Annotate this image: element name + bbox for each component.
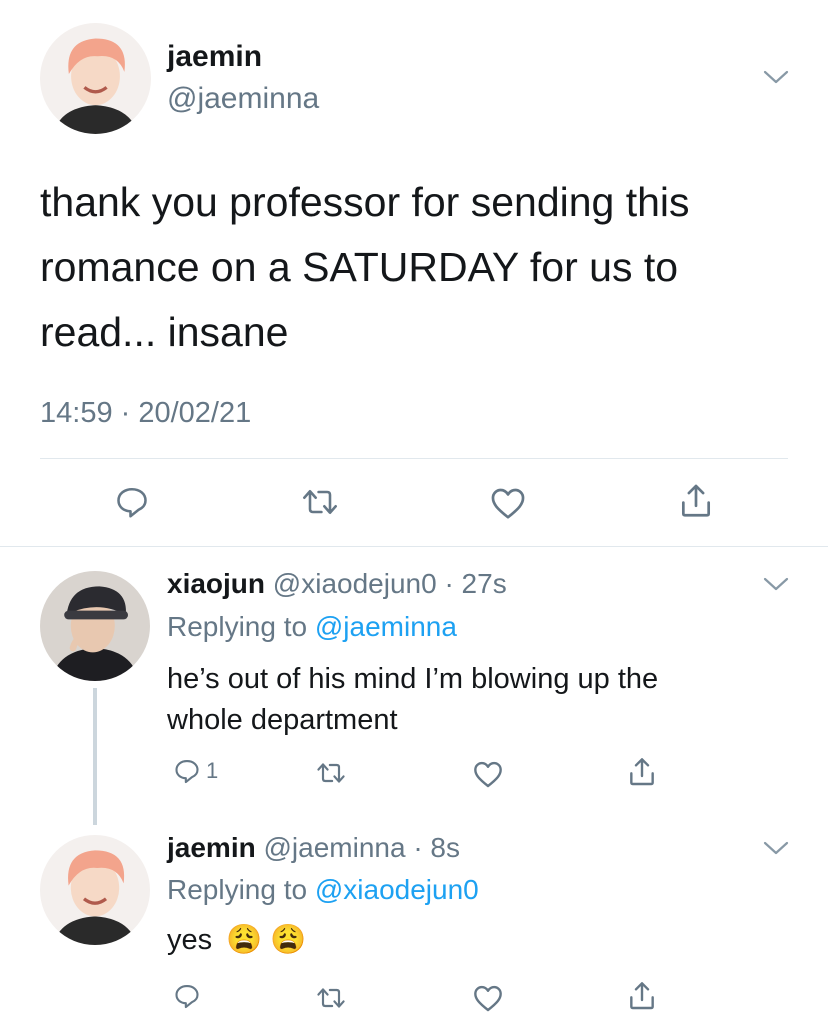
retweet-icon — [317, 988, 345, 1008]
reply-text: yes 😩 😩 — [167, 920, 306, 961]
reply-display-name[interactable]: xiaojun — [167, 568, 265, 599]
reply-reply-button[interactable]: 1 — [172, 757, 218, 785]
reply-avatar[interactable] — [40, 571, 150, 681]
thread-connector-line — [93, 688, 97, 825]
main-tweet-timestamp[interactable]: 14:59 · 20/02/21 — [40, 397, 251, 430]
section-divider — [0, 546, 828, 547]
replying-to-label: Replying to — [167, 611, 308, 642]
reply-share-button[interactable] — [626, 980, 658, 1012]
reply-meta[interactable]: @xiaodejun0 · 27s — [273, 568, 507, 599]
reply-like-button[interactable] — [472, 983, 504, 1013]
main-share-button[interactable] — [677, 482, 715, 520]
main-tweet-text-line: thank you professor for sending this — [40, 179, 690, 225]
main-like-button[interactable] — [489, 485, 527, 521]
replying-to-label: Replying to — [167, 874, 308, 905]
reply-header: jaemin @jaeminna · 8s — [167, 832, 460, 864]
replying-to-line: Replying to @jaeminna — [167, 611, 457, 643]
share-icon — [630, 758, 654, 786]
replying-to-mention[interactable]: @xiaodejun0 — [315, 874, 479, 905]
retweet-icon — [317, 763, 345, 783]
like-icon — [491, 488, 525, 519]
share-icon — [681, 484, 711, 517]
main-tweet-handle[interactable]: @jaeminna — [167, 82, 319, 116]
main-tweet-display-name[interactable]: jaemin — [167, 40, 262, 74]
reply-text: he’s out of his mind I’m blowing up the … — [167, 659, 658, 741]
reply-icon — [175, 985, 199, 1009]
reply-avatar[interactable] — [40, 835, 150, 945]
chevron-down-icon[interactable] — [763, 70, 789, 84]
reply-header: xiaojun @xiaodejun0 · 27s — [167, 568, 507, 600]
reply-text-line: he’s out of his mind I’m blowing up the — [167, 663, 659, 695]
reply-display-name[interactable]: jaemin — [167, 832, 256, 863]
reply-icon — [175, 760, 199, 784]
reply-like-button[interactable] — [472, 759, 504, 789]
replying-to-line: Replying to @xiaodejun0 — [167, 874, 479, 906]
reply-retweet-button[interactable] — [315, 985, 347, 1011]
main-tweet-text-line: read... insane — [40, 309, 289, 355]
chevron-down-icon[interactable] — [763, 841, 789, 855]
main-tweet-divider — [40, 458, 788, 459]
chevron-down-icon[interactable] — [763, 577, 789, 591]
main-tweet-text-line: romance on a SATURDAY for us to — [40, 244, 679, 290]
main-tweet-text: thank you professor for sending this rom… — [40, 170, 690, 365]
reply-text-line: whole department — [167, 704, 398, 736]
retweet-icon — [303, 490, 337, 514]
main-tweet-avatar[interactable] — [40, 23, 151, 134]
share-icon — [630, 982, 654, 1010]
main-reply-button[interactable] — [113, 484, 151, 520]
reply-meta[interactable]: @jaeminna · 8s — [263, 832, 460, 863]
reply-icon — [117, 487, 147, 518]
weary-face-emoji: 😩 😩 — [226, 924, 307, 956]
reply-count: 1 — [206, 758, 219, 783]
like-icon — [474, 985, 502, 1012]
reply-share-button[interactable] — [626, 756, 658, 788]
reply-retweet-button[interactable] — [315, 760, 347, 786]
main-retweet-button[interactable] — [300, 486, 340, 518]
replying-to-mention[interactable]: @jaeminna — [315, 611, 457, 642]
like-icon — [474, 761, 502, 788]
reply-text-content: yes — [167, 924, 213, 956]
reply-reply-button[interactable] — [172, 982, 206, 1010]
